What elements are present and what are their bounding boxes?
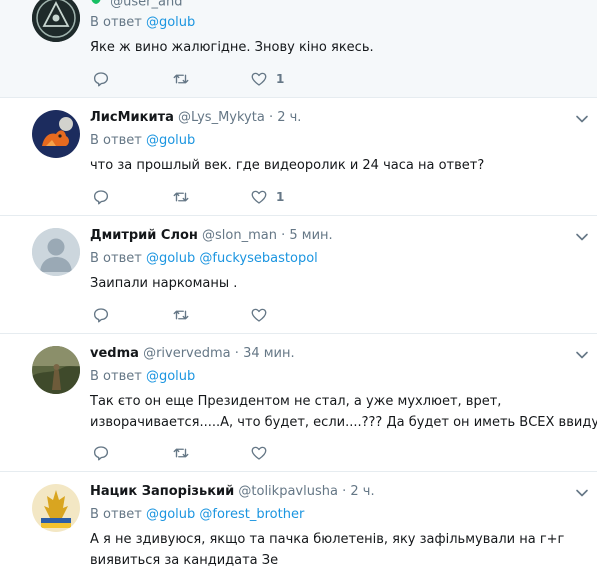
tweet-actions: 1 <box>90 187 330 207</box>
tweet-item[interactable]: Нацик Запорізький @tolikpavlusha · 2 ч. … <box>0 472 597 573</box>
user-handle[interactable]: @rivervedma <box>143 346 231 361</box>
tweet-item[interactable]: Дмитрий Слон @slon_man · 5 мин. В ответ … <box>0 216 597 334</box>
reply-icon <box>93 72 109 87</box>
reply-context: В ответ @golub @fuckysebastopol <box>90 250 318 268</box>
tweet-actions: 1 <box>90 69 330 89</box>
chevron-down-icon[interactable] <box>575 348 589 362</box>
user-name[interactable]: Дмитрий Слон <box>90 228 198 243</box>
reply-prefix: В ответ <box>90 369 142 384</box>
tweet-text: что за прошлый век. где видеоролик и 24 … <box>90 158 485 173</box>
retweet-button[interactable] <box>172 69 190 89</box>
reply-icon <box>93 190 109 205</box>
user-name[interactable]: vedma <box>90 346 139 361</box>
tweet-text: Заипали наркоманы . <box>90 276 238 291</box>
user-handle[interactable]: @user_and <box>110 0 182 10</box>
retweet-icon <box>173 448 189 458</box>
reply-context: В ответ @golub <box>90 368 195 386</box>
user-name[interactable]: Нацик Запорізький <box>90 484 234 499</box>
mention-link[interactable]: @golub <box>146 369 195 384</box>
reply-button[interactable] <box>92 443 110 463</box>
reply-context: В ответ @golub <box>90 14 195 32</box>
retweet-button[interactable] <box>172 305 190 325</box>
mention-link[interactable]: @golub <box>146 507 195 522</box>
tweet-actions <box>90 305 330 325</box>
like-count: 1 <box>276 72 285 86</box>
tweet-actions <box>90 443 330 463</box>
chevron-down-icon[interactable] <box>575 112 589 126</box>
tweet-header: vedma @rivervedma · 34 мин. <box>90 344 295 364</box>
like-icon <box>251 72 267 86</box>
avatar[interactable] <box>32 228 80 276</box>
like-button[interactable] <box>250 443 268 463</box>
tweet-header: @user_and <box>90 0 182 12</box>
separator: · <box>342 484 347 499</box>
retweet-button[interactable] <box>172 187 190 207</box>
timestamp[interactable]: 5 мин. <box>289 228 332 243</box>
avatar-image <box>32 0 80 42</box>
avatar-image <box>32 484 80 532</box>
verified-shield-icon <box>90 0 102 12</box>
avatar-image <box>32 110 80 158</box>
mention-link[interactable]: @golub <box>146 133 195 148</box>
tweet-text-line: Так єто он еще Президентом не стал, а уж… <box>90 394 502 409</box>
user-handle[interactable]: @tolikpavlusha <box>238 484 338 499</box>
reply-button[interactable] <box>92 187 110 207</box>
mention-link[interactable]: @golub <box>146 15 195 30</box>
reply-prefix: В ответ <box>90 507 142 522</box>
like-button[interactable]: 1 <box>250 69 284 89</box>
timestamp[interactable]: 34 мин. <box>243 346 295 361</box>
timestamp[interactable]: 2 ч. <box>277 110 301 125</box>
separator: · <box>281 228 286 243</box>
like-icon <box>251 446 267 460</box>
avatar[interactable] <box>32 346 80 394</box>
tweet-text-line: изворачивается.....А, что будет, если...… <box>90 415 597 430</box>
tweet-item[interactable]: @user_and В ответ @golub Яке ж вино жалю… <box>0 0 597 98</box>
reply-button[interactable] <box>92 305 110 325</box>
reply-button[interactable] <box>92 69 110 89</box>
like-icon <box>251 190 267 204</box>
reply-prefix: В ответ <box>90 15 142 30</box>
avatar[interactable] <box>32 484 80 532</box>
user-handle[interactable]: @slon_man <box>202 228 277 243</box>
user-handle[interactable]: @Lys_Mykyta <box>178 110 265 125</box>
timestamp[interactable]: 2 ч. <box>350 484 374 499</box>
retweet-icon <box>173 74 189 84</box>
tweet-item[interactable]: vedma @rivervedma · 34 мин. В ответ @gol… <box>0 334 597 472</box>
reply-prefix: В ответ <box>90 133 142 148</box>
mention-link[interactable]: @fuckysebastopol <box>199 251 317 266</box>
reply-icon <box>93 308 109 323</box>
separator: · <box>234 346 239 361</box>
mention-link[interactable]: @golub <box>146 251 195 266</box>
tweet-item[interactable]: ЛисМикита @Lys_Mykyta · 2 ч. В ответ @go… <box>0 98 597 216</box>
reply-context: В ответ @golub @forest_brother <box>90 506 304 524</box>
tweet-header: Нацик Запорізький @tolikpavlusha · 2 ч. <box>90 482 375 502</box>
tweet-text-line: виявиться за кандидата Зе <box>90 553 279 568</box>
tweet-header: ЛисМикита @Lys_Mykyta · 2 ч. <box>90 108 301 128</box>
chevron-down-icon[interactable] <box>575 486 589 500</box>
like-icon <box>251 308 267 322</box>
retweet-icon <box>173 310 189 320</box>
tweet-text: Так єто он еще Президентом не стал, а уж… <box>90 391 597 433</box>
default-avatar-icon <box>32 228 80 276</box>
like-count: 1 <box>276 190 285 204</box>
chevron-down-icon[interactable] <box>575 230 589 244</box>
user-name[interactable]: ЛисМикита <box>90 110 174 125</box>
avatar[interactable] <box>32 110 80 158</box>
tweet-text: Яке ж вино жалюгідне. Знову кіно якесь. <box>90 40 374 55</box>
retweet-icon <box>173 192 189 202</box>
separator: · <box>268 110 274 125</box>
like-button[interactable] <box>250 305 268 325</box>
reply-prefix: В ответ <box>90 251 142 266</box>
reply-context: В ответ @golub <box>90 132 195 150</box>
retweet-button[interactable] <box>172 443 190 463</box>
tweet-header: Дмитрий Слон @slon_man · 5 мин. <box>90 226 333 246</box>
avatar[interactable] <box>32 0 80 42</box>
like-button[interactable]: 1 <box>250 187 284 207</box>
reply-icon <box>93 446 109 461</box>
tweet-text: А я не здивуюся, якщо та пачка бюлетенів… <box>90 529 590 571</box>
tweet-text-line: А я не здивуюся, якщо та пачка бюлетенів… <box>90 532 565 547</box>
mention-link[interactable]: @forest_brother <box>199 507 304 522</box>
avatar-image <box>32 346 80 394</box>
